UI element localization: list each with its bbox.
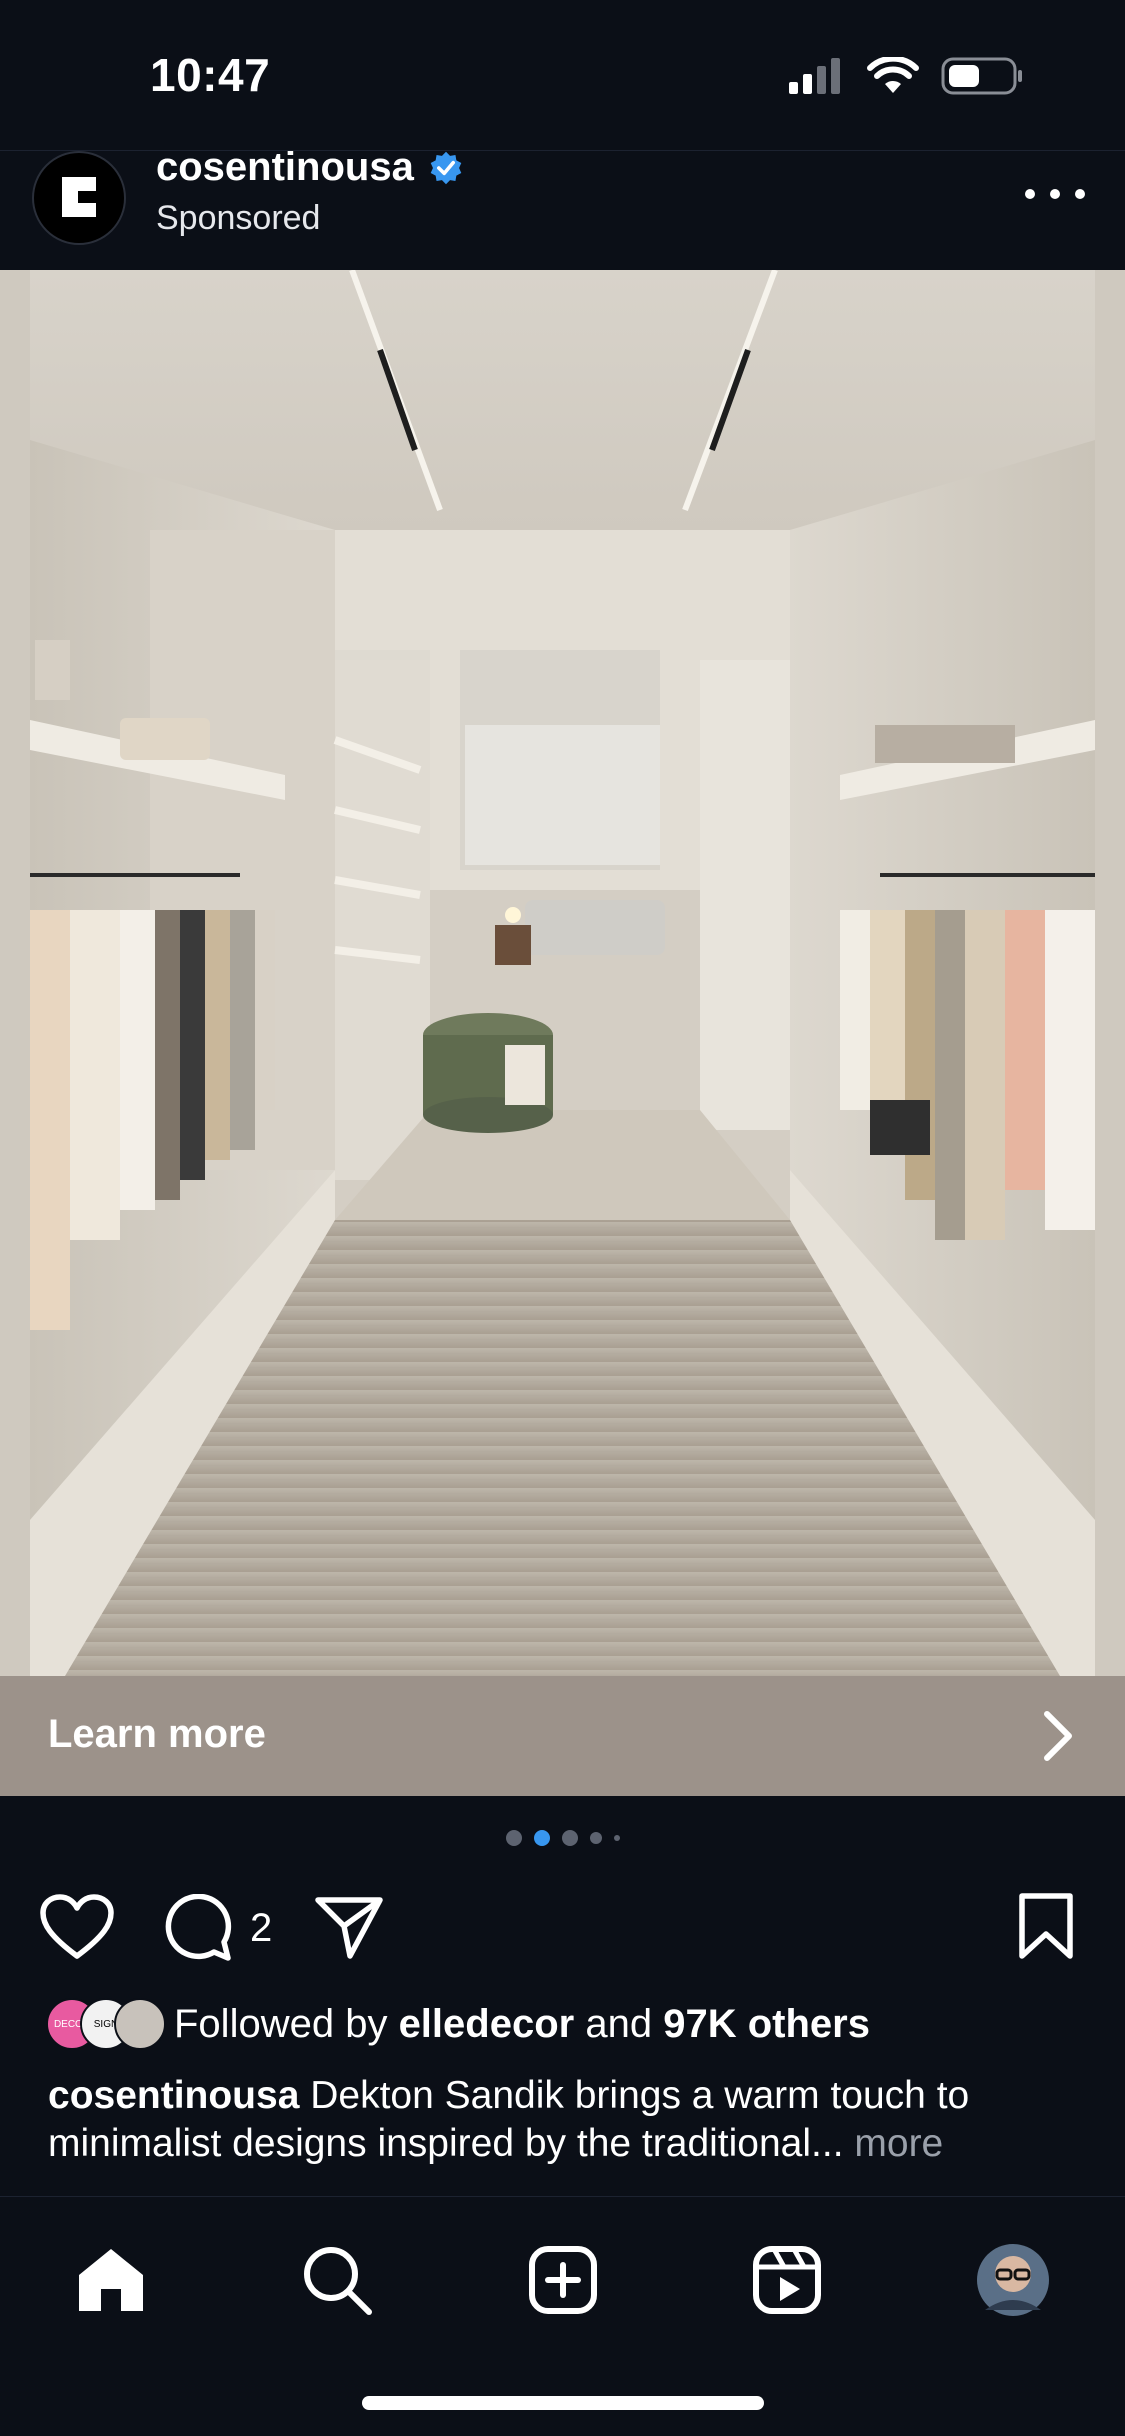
tab-search[interactable]	[292, 2235, 382, 2325]
verified-badge-icon	[430, 151, 462, 184]
followed-by-others[interactable]: 97K others	[663, 2002, 870, 2046]
post-username-label: cosentinousa	[156, 145, 414, 189]
followed-by-text: Followed by elledecor and 97K others	[174, 2002, 870, 2047]
tab-create[interactable]	[518, 2235, 608, 2325]
create-post-icon	[529, 2246, 597, 2314]
followed-by-connector: and	[585, 2001, 653, 2046]
comment-count: 2	[250, 1906, 273, 1950]
post-actions: 2	[0, 1886, 1125, 1976]
follower-avatars: DECOR SIGN	[46, 1998, 166, 2050]
comment-icon[interactable]	[164, 1894, 232, 1962]
signal-icon	[789, 58, 840, 94]
battery-icon	[941, 57, 1022, 95]
heart-icon[interactable]	[40, 1894, 114, 1960]
post-username[interactable]: cosentinousa	[156, 145, 464, 190]
home-icon	[79, 2249, 143, 2311]
tab-home[interactable]	[66, 2235, 156, 2325]
followed-by-name[interactable]: elledecor	[399, 2002, 575, 2046]
followed-by-row[interactable]: DECOR SIGN Followed by elledecor and 97K…	[46, 1994, 870, 2054]
chevron-right-icon	[1044, 1711, 1072, 1761]
carousel-indicator	[0, 1830, 1125, 1846]
search-icon	[304, 2247, 372, 2315]
carousel-dot	[561, 1830, 578, 1846]
status-icons	[789, 56, 1025, 96]
status-time: 10:47	[150, 49, 271, 101]
sponsored-label: Sponsored	[156, 199, 321, 237]
carousel-dot	[589, 1832, 602, 1844]
reels-icon	[753, 2246, 821, 2314]
status-bar: 10:47	[0, 0, 1125, 150]
caption-username[interactable]: cosentinousa	[48, 2074, 299, 2117]
tab-reels[interactable]	[742, 2235, 832, 2325]
home-indicator[interactable]	[362, 2396, 764, 2410]
cosentino-logo-icon[interactable]	[32, 151, 126, 245]
more-options-icon[interactable]	[1025, 179, 1085, 209]
post-image[interactable]	[0, 270, 1125, 1676]
carousel-dot	[613, 1835, 620, 1841]
tab-profile[interactable]	[968, 2235, 1058, 2325]
carousel-dot-active	[533, 1830, 550, 1846]
carousel-dot	[505, 1830, 522, 1846]
post-caption: cosentinousa Dekton Sandik brings a warm…	[48, 2072, 1088, 2168]
bookmark-icon[interactable]	[1018, 1892, 1074, 1960]
followed-by-prefix: Followed by	[174, 2001, 388, 2046]
bottom-tab-bar	[0, 2196, 1125, 2347]
share-icon[interactable]	[314, 1894, 384, 1960]
wifi-icon	[867, 57, 919, 93]
profile-avatar	[977, 2244, 1049, 2316]
learn-more-label: Learn more	[48, 1712, 266, 1756]
post-header: cosentinousa Sponsored	[0, 145, 1125, 269]
caption-more-link[interactable]: more	[854, 2122, 943, 2165]
follower-avatar-person	[114, 1998, 166, 2050]
closet-render	[0, 270, 1125, 1676]
learn-more-button[interactable]: Learn more	[0, 1676, 1125, 1796]
